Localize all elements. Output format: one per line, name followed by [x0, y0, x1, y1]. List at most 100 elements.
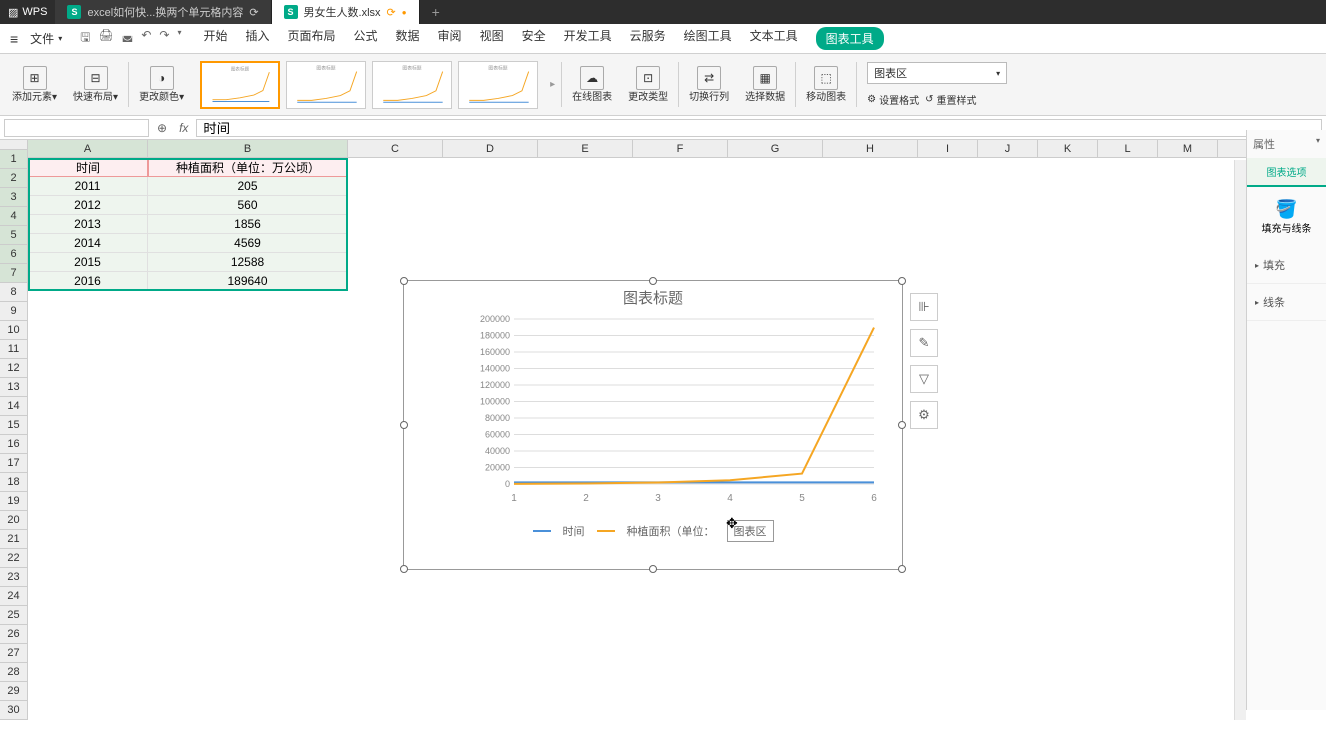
row-header-19[interactable]: 19	[0, 492, 27, 511]
ribbon-tab-1[interactable]: 插入	[245, 27, 269, 50]
col-header-B[interactable]: B	[148, 140, 348, 157]
row-header-21[interactable]: 21	[0, 530, 27, 549]
qat-dropdown-icon[interactable]: ▾	[177, 28, 181, 49]
ribbon-tab-4[interactable]: 数据	[396, 27, 420, 50]
cell-r4-c0[interactable]: 2013	[28, 215, 148, 234]
row-header-5[interactable]: 5	[0, 226, 27, 245]
col-header-J[interactable]: J	[978, 140, 1038, 157]
chart-settings-button[interactable]: ⚙	[910, 401, 938, 429]
row-header-11[interactable]: 11	[0, 340, 27, 359]
cell-r2-c0[interactable]: 2011	[28, 177, 148, 196]
ribbon-tab-6[interactable]: 视图	[480, 27, 504, 50]
formula-input[interactable]	[196, 119, 1322, 137]
panel-tab[interactable]: 图表选项	[1247, 158, 1326, 187]
change-type-button[interactable]: ⊡ 更改类型	[620, 62, 676, 107]
col-header-F[interactable]: F	[633, 140, 728, 157]
row-header-16[interactable]: 16	[0, 435, 27, 454]
change-color-button[interactable]: ◑ 更改颜色▾	[131, 62, 192, 107]
cell-r3-c1[interactable]: 560	[148, 196, 348, 215]
resize-handle-bl[interactable]	[400, 565, 408, 573]
vertical-scrollbar[interactable]	[1234, 160, 1246, 720]
chart-style-3[interactable]: 图表标题	[372, 61, 452, 109]
name-box[interactable]	[4, 119, 149, 137]
resize-handle-bm[interactable]	[649, 565, 657, 573]
fill-line-section[interactable]: 🪣 填充与线条	[1247, 187, 1326, 247]
ribbon-tab-9[interactable]: 云服务	[630, 27, 666, 50]
col-header-H[interactable]: H	[823, 140, 918, 157]
select-all-corner[interactable]	[0, 140, 28, 150]
col-header-E[interactable]: E	[538, 140, 633, 157]
move-chart-button[interactable]: ⬚ 移动图表	[798, 62, 854, 107]
chart-plot-area[interactable]: 0200004000060000800001000001200001400001…	[404, 314, 902, 514]
chart-styles-button[interactable]: ✎	[910, 329, 938, 357]
row-header-18[interactable]: 18	[0, 473, 27, 492]
col-header-D[interactable]: D	[443, 140, 538, 157]
cell-header-1[interactable]: 种植面积（单位：万公顷）	[148, 158, 348, 177]
col-header-I[interactable]: I	[918, 140, 978, 157]
switch-rowcol-button[interactable]: ⇄ 切换行列	[681, 62, 737, 107]
ribbon-tab-0[interactable]: 开始	[203, 27, 227, 50]
resize-handle-tl[interactable]	[400, 277, 408, 285]
col-header-C[interactable]: C	[348, 140, 443, 157]
row-header-27[interactable]: 27	[0, 644, 27, 663]
print-icon[interactable]: 🖨	[98, 28, 113, 49]
cell-r5-c1[interactable]: 4569	[148, 234, 348, 253]
resize-handle-br[interactable]	[898, 565, 906, 573]
ribbon-tab-11[interactable]: 文本工具	[750, 27, 798, 50]
undo-icon[interactable]: ↶	[141, 28, 151, 49]
ribbon-tab-5[interactable]: 审阅	[438, 27, 462, 50]
cell-r7-c0[interactable]: 2016	[28, 272, 148, 291]
row-header-9[interactable]: 9	[0, 302, 27, 321]
row-header-13[interactable]: 13	[0, 378, 27, 397]
cell-r4-c1[interactable]: 1856	[148, 215, 348, 234]
chart-legend[interactable]: 时间 种植面积（单位： 图表区	[404, 514, 902, 548]
chart-element-select[interactable]: 图表区 ▾	[867, 62, 1007, 84]
cell-r3-c0[interactable]: 2012	[28, 196, 148, 215]
save-icon[interactable]: 🖫	[80, 28, 90, 49]
fx-icon[interactable]: fx	[171, 121, 196, 135]
gallery-more-icon[interactable]: ▸	[546, 79, 559, 90]
cell-r2-c1[interactable]: 205	[148, 177, 348, 196]
chart-style-2[interactable]: 图表标题	[286, 61, 366, 109]
row-header-10[interactable]: 10	[0, 321, 27, 340]
row-header-15[interactable]: 15	[0, 416, 27, 435]
cell-r7-c1[interactable]: 189640	[148, 272, 348, 291]
col-header-G[interactable]: G	[728, 140, 823, 157]
fill-section[interactable]: ▸ 填充	[1247, 247, 1326, 284]
embedded-chart[interactable]: 图表标题 02000040000600008000010000012000014…	[403, 280, 903, 570]
chart-elements-button[interactable]: ⊪	[910, 293, 938, 321]
ribbon-tab-12[interactable]: 图表工具	[816, 27, 884, 50]
doc-tab-1[interactable]: S excel如何快...换两个单元格内容 ⟳	[55, 0, 271, 24]
cell-r5-c0[interactable]: 2014	[28, 234, 148, 253]
cell-r6-c1[interactable]: 12588	[148, 253, 348, 272]
line-section[interactable]: ▸ 线条	[1247, 284, 1326, 321]
row-header-20[interactable]: 20	[0, 511, 27, 530]
reset-style-button[interactable]: ↺重置样式	[925, 92, 976, 107]
col-header-L[interactable]: L	[1098, 140, 1158, 157]
row-header-8[interactable]: 8	[0, 283, 27, 302]
row-header-23[interactable]: 23	[0, 568, 27, 587]
row-header-28[interactable]: 28	[0, 663, 27, 682]
select-data-button[interactable]: ▦ 选择数据	[737, 62, 793, 107]
doc-tab-2[interactable]: S 男女生人数.xlsx ⟳ ●	[272, 0, 420, 24]
quick-layout-button[interactable]: ⊟ 快速布局▾	[65, 62, 126, 107]
ribbon-tab-2[interactable]: 页面布局	[288, 27, 336, 50]
row-header-12[interactable]: 12	[0, 359, 27, 378]
row-header-6[interactable]: 6	[0, 245, 27, 264]
set-format-button[interactable]: ⚙设置格式	[867, 92, 919, 107]
ribbon-tab-3[interactable]: 公式	[354, 27, 378, 50]
row-header-14[interactable]: 14	[0, 397, 27, 416]
row-header-25[interactable]: 25	[0, 606, 27, 625]
row-header-30[interactable]: 30	[0, 701, 27, 720]
row-header-22[interactable]: 22	[0, 549, 27, 568]
ribbon-tab-8[interactable]: 开发工具	[564, 27, 612, 50]
col-header-M[interactable]: M	[1158, 140, 1218, 157]
row-header-7[interactable]: 7	[0, 264, 27, 283]
preview-icon[interactable]: ◛	[122, 28, 134, 49]
row-header-1[interactable]: 1	[0, 150, 27, 169]
panel-dropdown-icon[interactable]: ▾	[1316, 136, 1320, 152]
row-header-26[interactable]: 26	[0, 625, 27, 644]
col-header-A[interactable]: A	[28, 140, 148, 157]
row-header-17[interactable]: 17	[0, 454, 27, 473]
online-chart-button[interactable]: ☁ 在线图表	[564, 62, 620, 107]
